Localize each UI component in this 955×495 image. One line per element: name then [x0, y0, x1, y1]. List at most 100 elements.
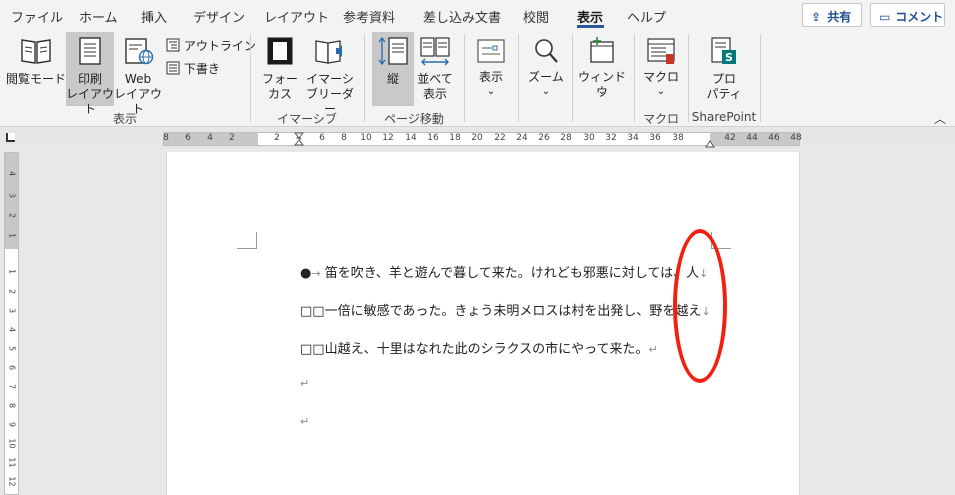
ribbon: 閲覧モード 印刷 レイアウト Web レイアウト アウトライン 下書き 表示 フ…	[0, 30, 955, 127]
print-layout-button[interactable]: 印刷 レイアウト	[66, 32, 114, 116]
ruler-number: 46	[768, 133, 780, 143]
paragraph-line-2[interactable]: □□一倍に敏感であった。きょう未明メロスは村を出発し、野を越え↓	[300, 300, 711, 319]
line-2-text: □□一倍に敏感であった。きょう未明メロスは村を出発し、野を越え	[300, 304, 702, 319]
empty-paragraph[interactable]: ↵	[300, 414, 309, 429]
side-to-side-icon	[420, 37, 450, 66]
properties-label-2: パティ	[706, 87, 742, 101]
ruler-number: 2	[7, 288, 17, 295]
immersive-reader-icon	[315, 40, 342, 64]
tab-review[interactable]: 校閲	[523, 7, 549, 26]
immersive-group-label: イマーシブ	[277, 112, 337, 126]
ruler-number: 5	[7, 345, 17, 352]
ruler-number: 16	[427, 133, 439, 143]
empty-paragraph[interactable]: ↵	[300, 376, 309, 391]
ruler-number: 26	[538, 133, 550, 143]
outline-button[interactable]: アウトライン	[166, 37, 256, 54]
tab-home[interactable]: ホーム	[79, 7, 118, 26]
collapse-ribbon-icon[interactable]: ︿	[934, 110, 946, 127]
ruler-number: 8	[7, 402, 17, 409]
ruler-number: 10	[360, 133, 372, 143]
ruler-number: 42	[724, 133, 736, 143]
ruler-number: 2	[7, 212, 17, 219]
ruler-number: 12	[7, 476, 17, 487]
ruler-number: 8	[341, 133, 347, 143]
ruler-number: 11	[7, 457, 17, 468]
group-separator	[364, 34, 365, 122]
views-group-label: 表示	[112, 112, 137, 126]
ruler-number: 44	[746, 133, 758, 143]
share-icon: ⇪	[811, 10, 822, 24]
horizontal-ruler[interactable]: 8 6 4 2 2 4 6 8 10 12 14 16 18 20 22 24 …	[163, 132, 802, 148]
tab-help[interactable]: ヘルプ	[627, 7, 666, 26]
ruler-number: 9	[7, 421, 17, 428]
tab-view[interactable]: 表示	[577, 7, 603, 26]
group-separator	[634, 34, 635, 122]
paragraph-line-1[interactable]: ●→ 笛を吹き、羊と遊んで暮して来た。けれども邪悪に対しては、人↓	[300, 262, 708, 281]
tab-layout[interactable]: レイアウト	[264, 7, 329, 26]
show-icon	[477, 39, 505, 63]
tab-selector-icon[interactable]	[6, 133, 15, 142]
comments-button[interactable]: ▭ コメント	[870, 3, 945, 27]
ruler-number: 4	[7, 170, 17, 177]
group-separator	[572, 34, 573, 122]
ruler-number: 4	[207, 133, 213, 143]
focus-button[interactable]: フォー カス	[258, 32, 302, 106]
book-icon	[21, 39, 51, 64]
ruler-number: 12	[382, 133, 394, 143]
properties-button[interactable]: S プロ パティ	[696, 32, 752, 106]
draft-icon	[166, 61, 180, 75]
macro-dropdown-button[interactable]: マクロ ⌄	[638, 32, 684, 106]
zoom-label: ズーム	[528, 70, 564, 84]
read-mode-button[interactable]: 閲覧モード	[6, 32, 66, 106]
ruler-number: 2	[274, 133, 280, 143]
ruler-number: 48	[790, 133, 802, 143]
side-to-side-button[interactable]: 並べて 表示	[414, 32, 456, 106]
page-icon	[79, 37, 101, 65]
ruler-number: 24	[516, 133, 528, 143]
sharepoint-icon: S	[711, 37, 736, 64]
focus-icon	[267, 37, 293, 65]
window-dropdown-button[interactable]: ウィンドウ ⌄	[576, 32, 628, 106]
tab-mailings[interactable]: 差し込み文書	[423, 7, 501, 26]
tab-file[interactable]: ファイル	[11, 7, 63, 26]
vertical-ruler[interactable]: 4 3 2 1 1 2 3 4 5 6 7 8 9 10 11 12	[4, 152, 19, 495]
page-movement-group-label: ページ移動	[384, 112, 444, 126]
chevron-down-icon: ⌄	[541, 86, 551, 97]
show-dropdown-button[interactable]: 表示 ⌄	[470, 32, 512, 106]
zoom-dropdown-button[interactable]: ズーム ⌄	[524, 32, 568, 106]
share-button[interactable]: ⇪ 共有	[802, 3, 862, 27]
macro-label: マクロ	[642, 70, 679, 84]
comment-icon: ▭	[879, 10, 891, 24]
group-separator	[518, 34, 519, 122]
comment-label: コメント	[895, 10, 944, 24]
tab-references[interactable]: 参考資料	[343, 7, 395, 26]
ruler-number: 10	[7, 438, 17, 449]
right-indent-marker-icon[interactable]	[705, 138, 715, 148]
ruler-number: 22	[494, 133, 506, 143]
svg-text:S: S	[725, 51, 733, 64]
side-to-side-label-2: 表示	[422, 87, 447, 101]
outline-label: アウトライン	[183, 39, 256, 53]
menu-tab-bar: ファイル ホーム 挿入 デザイン レイアウト 参考資料 差し込み文書 校閲 表示…	[0, 0, 955, 30]
vertical-page-movement-button[interactable]: 縦	[372, 32, 414, 106]
web-layout-button[interactable]: Web レイアウト	[114, 32, 162, 116]
crop-mark-top-left	[237, 232, 257, 249]
ruler-number: 2	[229, 133, 235, 143]
ruler-number: 6	[185, 133, 191, 143]
magnifier-icon	[535, 39, 558, 63]
paragraph-mark: ↵	[300, 377, 310, 390]
tab-insert[interactable]: 挿入	[141, 7, 167, 26]
draft-button[interactable]: 下書き	[166, 60, 220, 77]
bullet: ●	[300, 266, 312, 281]
ruler-number: 6	[7, 364, 17, 371]
annotation-circle	[673, 229, 727, 383]
tab-design[interactable]: デザイン	[193, 7, 245, 26]
ruler-number: 7	[7, 383, 17, 390]
paragraph-line-3[interactable]: □□山越え、十里はなれた此のシラクスの市にやって来た。↵	[300, 338, 658, 357]
chevron-down-icon: ⌄	[486, 86, 496, 97]
immersive-reader-button[interactable]: イマーシ ブリーダー	[302, 32, 358, 116]
vertical-scroll-icon	[378, 36, 408, 66]
side-to-side-label-1: 並べて	[417, 72, 453, 86]
draft-label: 下書き	[183, 62, 220, 76]
indent-marker-icon[interactable]	[294, 132, 304, 152]
